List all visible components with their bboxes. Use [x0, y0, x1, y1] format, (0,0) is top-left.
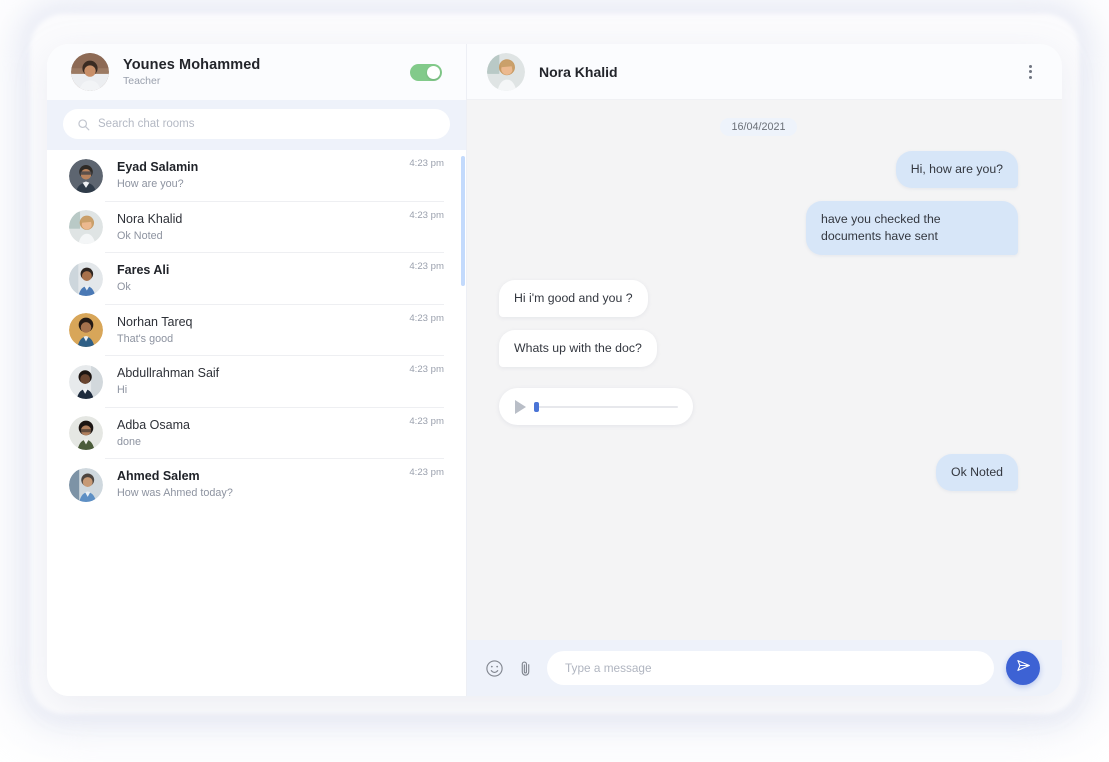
list-item[interactable]: Nora Khalid Ok Noted 4:23 pm	[47, 202, 466, 253]
list-item-time: 4:23 pm	[409, 415, 444, 427]
message-composer	[467, 640, 1062, 696]
search-band	[47, 100, 466, 150]
availability-toggle[interactable]	[410, 63, 442, 81]
chat-app-window: Younes Mohammed Teacher Search chat room…	[47, 44, 1062, 696]
list-item[interactable]: Fares Ali Ok 4:23 pm	[47, 253, 466, 305]
list-item-text: Eyad Salamin How are you?	[117, 160, 395, 191]
voice-progress-handle[interactable]	[534, 401, 539, 412]
list-item-preview: Hi	[117, 384, 128, 397]
list-item-time: 4:23 pm	[409, 467, 444, 478]
list-item-text: Norhan Tareq That's good	[117, 315, 395, 346]
list-item-time: 4:23 pm	[409, 158, 444, 169]
current-user-meta: Younes Mohammed Teacher	[123, 57, 396, 87]
message-row: have you checked the documents have sent	[499, 201, 1018, 255]
list-item-time: 4:23 pm	[409, 364, 444, 375]
message-input-wrapper[interactable]	[547, 651, 994, 685]
message-row: Ok Noted	[499, 454, 1018, 491]
list-item-preview: Ok Noted	[117, 229, 163, 242]
list-item-avatar	[69, 416, 103, 451]
conversation-panel: Nora Khalid 16/04/2021 Hi, how are you? …	[467, 44, 1062, 696]
list-item-preview: That's good	[117, 332, 174, 345]
paperclip-icon[interactable]	[516, 659, 535, 678]
list-item-avatar	[69, 467, 103, 502]
list-item-avatar	[69, 261, 103, 296]
list-item-time: 4:23 pm	[409, 209, 444, 221]
list-item-name: Norhan Tareq	[117, 314, 193, 329]
list-item-text: Adba Osama done	[117, 418, 395, 449]
voice-progress-track[interactable]	[534, 401, 678, 412]
list-item[interactable]: Eyad Salamin How are you? 4:23 pm	[47, 150, 466, 202]
conversation-header: Nora Khalid	[467, 44, 1062, 100]
current-user-name: Younes Mohammed	[123, 57, 261, 73]
conversation-avatar[interactable]	[487, 52, 525, 91]
sidebar: Younes Mohammed Teacher Search chat room…	[47, 44, 467, 696]
list-item-name: Fares Ali	[117, 263, 170, 278]
message-bubble-outgoing[interactable]: have you checked the documents have sent	[806, 201, 1018, 255]
list-item[interactable]: Abdullrahman Saif Hi 4:23 pm	[47, 356, 466, 408]
list-item-avatar	[69, 364, 103, 399]
message-row: Whats up with the doc?	[499, 330, 1018, 367]
toggle-knob	[427, 65, 440, 79]
emoji-smiley-icon[interactable]	[485, 659, 504, 678]
current-user-role: Teacher	[123, 75, 161, 87]
message-input[interactable]	[565, 661, 976, 675]
list-item-text: Fares Ali Ok	[117, 263, 395, 294]
list-item-name: Eyad Salamin	[117, 160, 199, 175]
message-row: Hi i'm good and you ?	[499, 280, 1018, 317]
list-item[interactable]: Norhan Tareq That's good 4:23 pm	[47, 305, 466, 356]
send-button[interactable]	[1006, 651, 1040, 685]
message-bubble-outgoing[interactable]: Ok Noted	[936, 454, 1018, 491]
date-divider: 16/04/2021	[720, 118, 797, 136]
message-bubble-incoming[interactable]: Whats up with the doc?	[499, 330, 657, 367]
list-item-preview: Ok	[117, 281, 131, 294]
list-item-preview: done	[117, 435, 142, 448]
list-item-preview: How was Ahmed today?	[117, 487, 233, 500]
voice-message-player[interactable]	[499, 388, 693, 425]
conversation-contact-name: Nora Khalid	[539, 63, 618, 80]
list-item-name: Abdullrahman Saif	[117, 366, 220, 381]
list-item-avatar	[69, 158, 103, 193]
list-item-text: Abdullrahman Saif Hi	[117, 366, 395, 397]
search-box[interactable]	[63, 109, 450, 139]
list-item-name: Nora Khalid	[117, 211, 183, 226]
play-icon[interactable]	[515, 399, 526, 414]
list-item-time: 4:23 pm	[409, 312, 444, 324]
list-item-name: Ahmed Salem	[117, 469, 200, 484]
current-user-avatar[interactable]	[71, 53, 109, 91]
list-item-time: 4:23 pm	[409, 261, 444, 272]
list-item-avatar	[69, 210, 103, 245]
screenshot-stage: Younes Mohammed Teacher Search chat room…	[0, 0, 1109, 762]
list-item[interactable]: Adba Osama done 4:23 pm	[47, 408, 466, 459]
list-item-name: Adba Osama	[117, 417, 190, 432]
list-item-preview: How are you?	[117, 178, 184, 191]
current-user-profile: Younes Mohammed Teacher	[47, 44, 466, 100]
list-item-text: Nora Khalid Ok Noted	[117, 212, 395, 243]
send-paper-plane-icon	[1015, 657, 1032, 679]
chat-room-list: Eyad Salamin How are you? 4:23 pm Nora K…	[47, 150, 466, 696]
message-bubble-outgoing[interactable]: Hi, how are you?	[895, 151, 1018, 188]
list-item-avatar	[69, 313, 103, 348]
search-input[interactable]	[98, 118, 436, 130]
message-thread: 16/04/2021 Hi, how are you? have you che…	[467, 100, 1062, 640]
kebab-menu-icon[interactable]	[1021, 59, 1040, 85]
message-bubble-incoming[interactable]: Hi i'm good and you ?	[499, 280, 648, 317]
list-item[interactable]: Ahmed Salem How was Ahmed today? 4:23 pm	[47, 459, 466, 511]
list-item-text: Ahmed Salem How was Ahmed today?	[117, 469, 395, 500]
message-row	[499, 388, 1018, 425]
search-icon	[77, 118, 90, 131]
message-row: Hi, how are you?	[499, 151, 1018, 188]
